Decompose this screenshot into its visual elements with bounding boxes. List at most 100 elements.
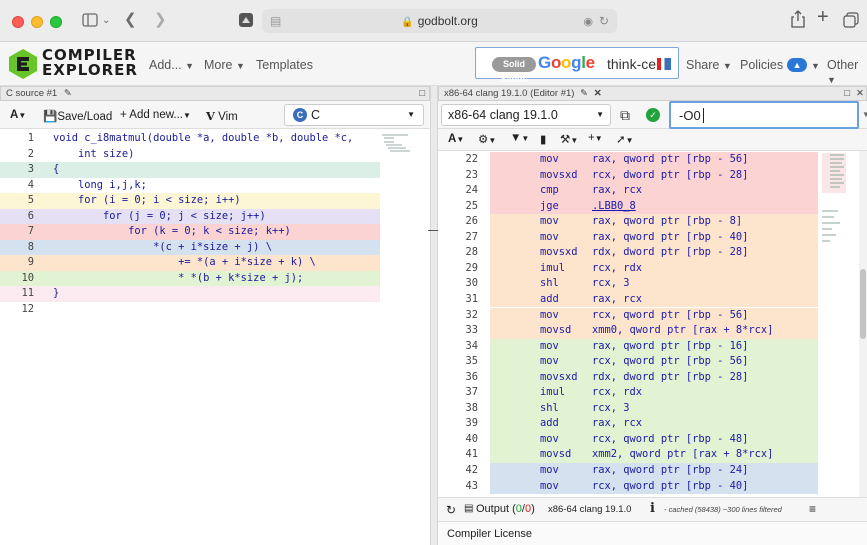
compile-ok-icon[interactable]: ✓ <box>646 108 660 122</box>
close-window-button[interactable] <box>12 16 24 28</box>
extension-icon[interactable] <box>238 12 254 32</box>
asm-line[interactable]: 30 shl rcx, 3 <box>438 276 818 292</box>
asm-line[interactable]: 34 mov rax, qword ptr [rbp - 16] <box>438 338 818 355</box>
add-tool-icon[interactable]: +▼ <box>588 132 603 144</box>
sponsor-google[interactable]: Google <box>538 53 595 73</box>
source-line[interactable]: 4 long i,j,k; <box>0 177 380 193</box>
forward-icon[interactable]: ❯ <box>154 12 167 28</box>
asm-line[interactable]: 39 add rax, rcx <box>438 416 818 432</box>
asm-line[interactable]: 33 movsd xmm0, qword ptr [rax + 8*rcx] <box>438 323 818 339</box>
filter-lines-icon[interactable]: ≡ <box>809 502 816 516</box>
asm-line[interactable]: 29 imul rcx, rdx <box>438 260 818 277</box>
sponsor-think-cell[interactable]: think-cell <box>607 56 662 72</box>
source-pane-tab[interactable]: C source #1 ✎ □ <box>0 86 430 101</box>
other-menu[interactable]: Other ▼ <box>827 58 867 86</box>
asm-line[interactable]: 31 add rax, rcx <box>438 291 818 308</box>
asm-line[interactable]: 27 mov rax, qword ptr [rbp - 40] <box>438 229 818 246</box>
sponsor-solid-sands[interactable]: Solid Sands <box>492 57 536 84</box>
source-line[interactable]: 8 *(c + i*size + j) \ <box>0 239 380 255</box>
source-line[interactable]: 10 * *(b + k*size + j); <box>0 270 380 286</box>
asm-line[interactable]: 22 mov rax, qword ptr [rbp - 56] <box>438 152 818 168</box>
privacy-icon[interactable]: ◉ <box>583 14 593 30</box>
compiler-select[interactable]: x86-64 clang 19.1.0 ▼ <box>441 104 611 126</box>
source-line[interactable]: 1 void c_i8matmul(double *a, double *b, d… <box>0 131 380 147</box>
filter-icon[interactable]: ▼▼ <box>510 132 529 144</box>
tabs-icon[interactable] <box>843 12 859 32</box>
source-line[interactable]: 5 for (i = 0; i < size; i++) <box>0 193 380 209</box>
asm-line[interactable]: 25 jge .LBB0_8 <box>438 198 818 215</box>
vim-toggle[interactable]: V Vim <box>206 109 238 123</box>
chevron-down-icon[interactable]: ⌄ <box>102 13 110 29</box>
reload-icon[interactable]: ↻ <box>599 13 609 29</box>
asm-line[interactable]: 40 mov rcx, qword ptr [rbp - 48] <box>438 431 818 448</box>
refresh-icon[interactable]: ↻ <box>446 503 456 517</box>
language-select[interactable]: C C ▼ <box>284 104 424 126</box>
source-line[interactable]: 7 for (k = 0; k < size; k++) <box>0 224 380 240</box>
source-line[interactable]: 6 for (j = 0; j < size; j++) <box>0 208 380 224</box>
asm-pane-tab[interactable]: x86-64 clang 19.1.0 (Editor #1) ✎ ✕ □ ✕ <box>438 86 867 101</box>
asm-line[interactable]: 42 mov rax, qword ptr [rbp - 24] <box>438 463 818 479</box>
close-tab-icon[interactable]: ✕ <box>594 88 602 99</box>
popout-icon[interactable]: ⧉ <box>620 107 630 124</box>
policies-menu[interactable]: Policies ▲ ▼ <box>740 58 820 72</box>
asm-line[interactable]: 41 movsd xmm2, qword ptr [rax + 8*rcx] <box>438 447 818 463</box>
maximize-pane-icon[interactable]: □ <box>419 87 425 100</box>
asm-line[interactable]: 37 imul rcx, rdx <box>438 385 818 401</box>
asm-line[interactable]: 23 movsxd rcx, dword ptr [rbp - 28] <box>438 167 818 184</box>
pane-splitter[interactable] <box>430 86 438 545</box>
assembly-output[interactable]: 22 mov rax, qword ptr [rbp - 56] 23 movsxd rc… <box>438 151 818 497</box>
asm-operands: rax, rcx <box>592 184 643 197</box>
caret-down-icon[interactable]: ▼ <box>862 110 867 119</box>
settings-gear-icon[interactable]: ⚙▼ <box>478 132 496 146</box>
new-tab-icon[interactable]: + <box>817 7 829 27</box>
back-icon[interactable]: ❮ <box>124 12 137 28</box>
compiler-explorer-logo-icon[interactable] <box>6 48 40 80</box>
add-menu[interactable]: Add... ▼ <box>149 58 194 72</box>
compiler-options-input[interactable]: -O0 <box>669 101 859 129</box>
save-load-button[interactable]: 💾Save/Load <box>43 109 112 123</box>
edit-title-icon[interactable]: ✎ <box>580 88 588 99</box>
asm-minimap[interactable] <box>820 151 858 497</box>
output-button[interactable]: Output (0/0) <box>476 503 535 515</box>
asm-line[interactable]: 32 mov rcx, qword ptr [rbp - 56] <box>438 307 818 323</box>
templates-link[interactable]: Templates <box>256 58 313 72</box>
minimize-window-button[interactable] <box>31 16 43 28</box>
address-bar[interactable]: ▤ 🔒 godbolt.org ◉ ↻ <box>262 9 617 33</box>
asm-line[interactable]: 36 movsxd rdx, dword ptr [rbp - 28] <box>438 369 818 386</box>
asm-line[interactable]: 35 mov rcx, qword ptr [rbp - 56] <box>438 354 818 370</box>
libraries-icon[interactable]: ▮ <box>540 132 546 146</box>
share-menu[interactable]: Share ▼ <box>686 58 732 72</box>
font-size-button[interactable]: A▼ <box>10 109 26 121</box>
maximize-pane-icon[interactable]: □ <box>844 87 850 100</box>
zoom-window-button[interactable] <box>50 16 62 28</box>
source-line[interactable]: 3{ <box>0 162 380 178</box>
source-minimap[interactable] <box>380 133 414 153</box>
asm-line[interactable]: 38 shl rcx, 3 <box>438 400 818 417</box>
source-line[interactable]: 9 += *(a + i*size + k) \ <box>0 255 380 271</box>
source-line[interactable]: 12 <box>0 301 380 317</box>
asm-line[interactable]: 43 mov rcx, qword ptr [rbp - 40] <box>438 478 818 495</box>
compiler-license-link[interactable]: Compiler License <box>447 528 532 540</box>
site-brand[interactable]: COMPILER EXPLORER <box>42 48 138 78</box>
asm-line[interactable]: 24 cmp rax, rcx <box>438 183 818 199</box>
info-icon[interactable]: i <box>650 501 655 516</box>
close-pane-icon[interactable]: ✕ <box>856 87 864 100</box>
sponsor-banner[interactable]: Solid Sands Google think-cell <box>475 47 679 84</box>
font-size-button[interactable]: A▼ <box>448 133 464 145</box>
wrench-icon[interactable]: ⚒▼ <box>560 132 578 146</box>
graph-icon[interactable]: ➚▼ <box>616 132 634 146</box>
asm-label-link[interactable]: .LBB0_8 <box>592 199 636 215</box>
edit-title-icon[interactable]: ✎ <box>64 88 72 99</box>
scrollbar-thumb[interactable] <box>860 269 866 339</box>
asm-line[interactable]: 28 movsxd rdx, dword ptr [rbp - 28] <box>438 245 818 261</box>
source-editor[interactable]: 1 void c_i8matmul(double *a, double *b, d… <box>0 129 430 545</box>
sidebar-icon[interactable] <box>82 13 98 31</box>
source-line[interactable]: 11} <box>0 286 380 302</box>
add-new-button[interactable]: + Add new...▼ <box>120 109 191 121</box>
share-icon[interactable] <box>790 10 806 32</box>
line-number: 7 <box>27 225 34 237</box>
more-menu[interactable]: More ▼ <box>204 58 245 72</box>
source-line[interactable]: 2 int size) <box>0 146 380 162</box>
asm-line[interactable]: 26 mov rax, qword ptr [rbp - 8] <box>438 214 818 230</box>
asm-scrollbar[interactable] <box>859 151 867 497</box>
